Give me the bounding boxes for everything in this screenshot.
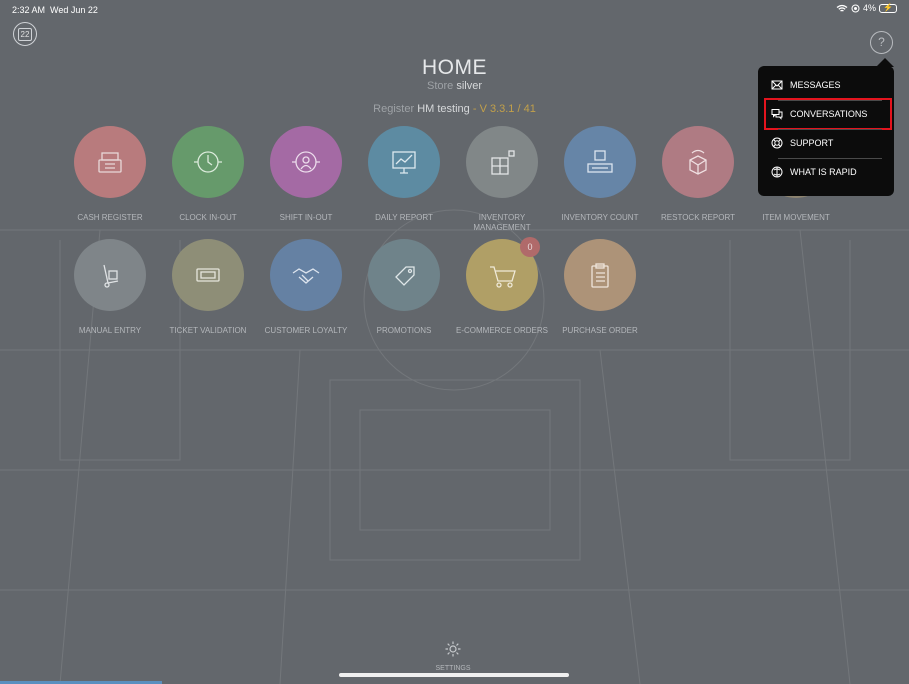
handshake-icon — [270, 239, 342, 311]
menu-item-label: CONVERSATIONS — [790, 109, 868, 119]
menu-item-label: SUPPORT — [790, 138, 834, 148]
tile-restock-report[interactable]: RESTOCK REPORT — [649, 126, 747, 223]
tile-label: ITEM MOVEMENT — [762, 213, 830, 222]
tile-label: PROMOTIONS — [376, 326, 432, 335]
store-name: silver — [456, 80, 483, 92]
tile-label: E-COMMERCE ORDERS — [455, 326, 548, 335]
battery-percent: 4% — [862, 3, 876, 13]
chat-bubbles-icon — [771, 108, 783, 120]
tile-ticket-validation[interactable]: TICKET VALIDATION — [159, 239, 257, 336]
battery-icon: ⚡ — [879, 3, 897, 13]
home-indicator[interactable] — [339, 673, 569, 677]
tile-label: SHIFT IN-OUT — [279, 213, 333, 222]
tile-promotions[interactable]: PROMOTIONS — [355, 239, 453, 336]
menu-item-label: MESSAGES — [790, 80, 841, 90]
store-prefix: Store — [426, 80, 454, 92]
menu-item-label: WHAT IS RAPID — [790, 167, 857, 177]
tile-label: MANUAL ENTRY — [78, 326, 142, 335]
shift-icon — [270, 126, 342, 198]
wifi-icon — [836, 4, 848, 12]
tile-label: TICKET VALIDATION — [169, 326, 247, 335]
help-menu-popover: MESSAGES CONVERSATIONS SUPPORT WHAT IS R… — [758, 66, 894, 196]
menu-item-support[interactable]: SUPPORT — [766, 129, 890, 157]
lifebuoy-icon — [771, 137, 783, 149]
tile-label: CASH REGISTER — [77, 213, 143, 222]
tile-label: INVENTORY MANAGEMENT — [473, 213, 531, 232]
tile-manual-entry[interactable]: MANUAL ENTRY — [61, 239, 159, 336]
notification-badge: 0 — [520, 237, 540, 257]
location-icon — [851, 4, 860, 12]
tile-purchase-order[interactable]: PURCHASE ORDER — [551, 239, 649, 336]
tile-daily-report[interactable]: DAILY REPORT — [355, 126, 453, 223]
settings-label: SETTINGS — [435, 665, 471, 672]
tile-clock-in-out[interactable]: CLOCK IN-OUT — [159, 126, 257, 223]
calendar-button[interactable]: 22 — [13, 22, 37, 46]
tile-label: RESTOCK REPORT — [661, 213, 735, 222]
shopping-cart-icon: 0 — [466, 237, 540, 311]
tile-inventory-management[interactable]: INVENTORY MANAGEMENT — [453, 126, 551, 233]
clock-icon — [172, 126, 244, 198]
status-bar: 2:32 AM Wed Jun 22 4% ⚡ — [0, 0, 909, 20]
tile-label: CLOCK IN-OUT — [179, 213, 237, 222]
register-name: HM testing — [417, 103, 470, 115]
tile-label: CUSTOMER LOYALTY — [264, 326, 348, 335]
manual-entry-icon — [74, 239, 146, 311]
tile-customer-loyalty[interactable]: CUSTOMER LOYALTY — [257, 239, 355, 336]
help-button[interactable]: ? — [870, 31, 893, 54]
menu-item-messages[interactable]: MESSAGES — [766, 71, 890, 99]
status-date: Wed Jun 22 — [50, 5, 98, 15]
ticket-icon — [172, 239, 244, 311]
menu-item-conversations[interactable]: CONVERSATIONS — [764, 98, 892, 130]
register-separator: - — [469, 103, 480, 115]
tile-cash-register[interactable]: CASH REGISTER — [61, 126, 159, 223]
app-screen: 2:32 AM Wed Jun 22 4% ⚡ 22 ? HOME Store … — [0, 0, 909, 684]
restock-icon — [662, 126, 734, 198]
tile-label: PURCHASE ORDER — [562, 326, 638, 335]
status-indicators: 4% ⚡ — [836, 3, 897, 13]
tile-inventory-count[interactable]: INVENTORY COUNT — [551, 126, 649, 223]
envelope-icon — [771, 79, 783, 91]
status-time: 2:32 AM — [12, 5, 46, 15]
settings-button[interactable]: SETTINGS — [428, 640, 478, 672]
inventory-count-icon — [564, 126, 636, 198]
tile-shift-in-out[interactable]: SHIFT IN-OUT — [257, 126, 355, 223]
price-tag-icon — [368, 239, 440, 311]
tile-label: INVENTORY COUNT — [561, 213, 639, 222]
calendar-icon: 22 — [18, 27, 32, 41]
menu-item-what-is-rapid[interactable]: WHAT IS RAPID — [766, 158, 890, 186]
tile-e-commerce-orders[interactable]: 0 E-COMMERCE ORDERS — [453, 237, 551, 336]
tile-label: DAILY REPORT — [375, 213, 433, 222]
app-version: V 3.3.1 / 41 — [479, 103, 536, 115]
register-prefix: Register — [373, 103, 415, 115]
clipboard-icon — [564, 239, 636, 311]
daily-report-icon — [368, 126, 440, 198]
info-icon — [771, 166, 783, 178]
gear-icon — [445, 641, 461, 657]
inventory-management-icon — [466, 126, 538, 198]
cash-register-icon — [74, 126, 146, 198]
